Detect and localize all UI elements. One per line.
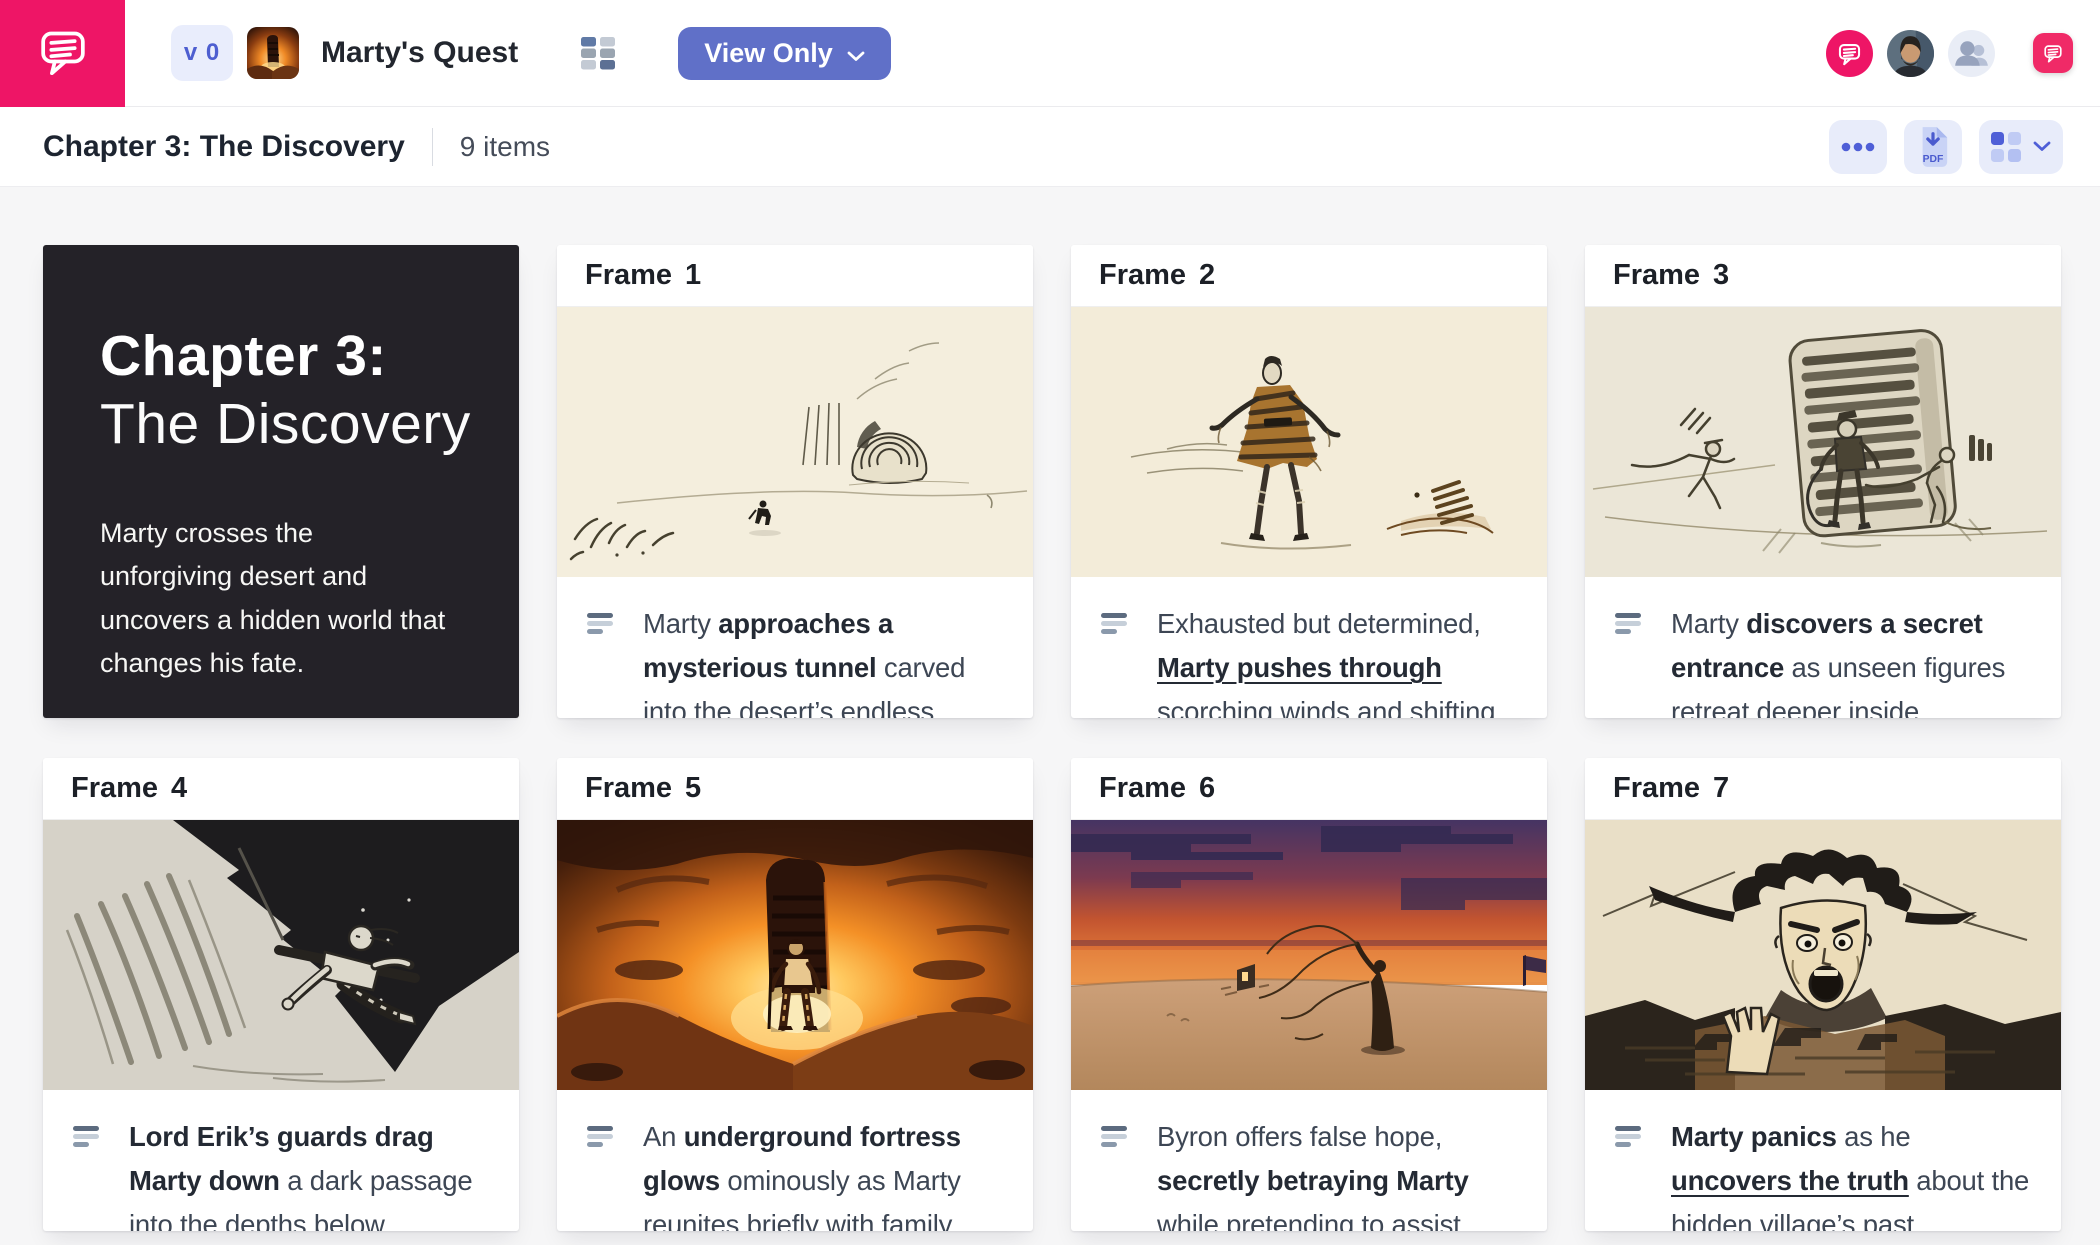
chapter-cover-title-1: Chapter 3: (100, 325, 471, 388)
project-thumbnail[interactable] (247, 27, 299, 79)
frame-label: Frame (1099, 259, 1186, 292)
version-badge[interactable]: v 0 (171, 25, 233, 81)
pdf-download-icon: PDF (1916, 126, 1950, 168)
frame-caption: An underground fortress glows ominously … (643, 1115, 1009, 1231)
notes-icon (73, 1126, 99, 1231)
view-only-label: View Only (704, 38, 833, 69)
frame-caption: Lord Erik’s guards drag Marty down a dar… (129, 1115, 495, 1231)
items-count: 9 items (460, 131, 550, 163)
user-avatar[interactable] (1887, 30, 1934, 77)
chapter-title: Chapter 3: The Discovery (43, 130, 405, 164)
frame-card-header: Frame 1 (557, 245, 1033, 307)
people-avatar[interactable] (1948, 30, 1995, 77)
frame-image-dark-passage[interactable] (43, 820, 519, 1090)
ellipsis-icon (1841, 142, 1875, 152)
chapter-cover-description: Marty crosses the unforgiving desert and… (100, 512, 452, 685)
chapter-cover-card[interactable]: Chapter 3: The Discovery Marty crosses t… (43, 245, 519, 718)
frame-number: 6 (1199, 772, 1215, 805)
frame-number: 1 (685, 259, 701, 292)
frame-number: 2 (1199, 259, 1215, 292)
chapter-toolbar: Chapter 3: The Discovery 9 items PDF (0, 107, 2100, 187)
frame-image-marty-panics[interactable] (1585, 820, 2061, 1090)
frame-caption: Marty panics as he uncovers the truth ab… (1671, 1115, 2037, 1231)
frame-label: Frame (585, 772, 672, 805)
frame-card-header: Frame 7 (1585, 758, 2061, 820)
frame-label: Frame (71, 772, 158, 805)
frame-caption: Byron offers false hope, secretly betray… (1157, 1115, 1523, 1231)
chat-widget-button[interactable] (2033, 33, 2073, 73)
frame-label: Frame (585, 259, 672, 292)
chevron-down-icon (847, 38, 865, 69)
frame-card-4[interactable]: Frame 4 (43, 758, 519, 1231)
frame-card-header: Frame 5 (557, 758, 1033, 820)
frame-card-header: Frame 4 (43, 758, 519, 820)
frame-image-marty-winds[interactable] (1071, 307, 1547, 577)
storyboard-grid: Chapter 3: The Discovery Marty crosses t… (0, 187, 2100, 1231)
more-options-button[interactable] (1829, 120, 1887, 174)
app-logo[interactable] (0, 0, 125, 107)
svg-text:PDF: PDF (1923, 154, 1944, 165)
frame-card-6[interactable]: Frame 6 (1071, 758, 1547, 1231)
divider (432, 128, 433, 166)
board-grid-icon[interactable] (580, 34, 616, 72)
frame-image-sunset-betrayal[interactable] (1071, 820, 1547, 1090)
frame-card-2[interactable]: Frame 2 (1071, 245, 1547, 718)
project-title: Marty's Quest (321, 36, 518, 70)
frame-caption: Marty approaches a mysterious tunnel car… (643, 602, 1009, 718)
notes-icon (1101, 1126, 1127, 1231)
frame-label: Frame (1099, 772, 1186, 805)
frame-number: 7 (1713, 772, 1729, 805)
notes-icon (587, 1126, 613, 1231)
frame-card-header: Frame 6 (1071, 758, 1547, 820)
frame-label: Frame (1613, 259, 1700, 292)
chevron-down-icon (2033, 141, 2051, 152)
speech-bubble-icon (35, 23, 91, 84)
chapter-cover-title-2: The Discovery (100, 392, 471, 458)
notes-icon (1615, 613, 1641, 718)
top-bar: v 0 Marty's Quest (0, 0, 2100, 107)
notes-icon (587, 613, 613, 718)
frame-number: 4 (171, 772, 187, 805)
frame-image-glowing-fortress[interactable] (557, 820, 1033, 1090)
frame-card-3[interactable]: Frame 3 (1585, 245, 2061, 718)
notes-icon (1615, 1126, 1641, 1231)
frame-image-secret-entrance[interactable] (1585, 307, 2061, 577)
frame-card-5[interactable]: Frame 5 (557, 758, 1033, 1231)
brand-avatar[interactable] (1826, 30, 1873, 77)
frame-number: 3 (1713, 259, 1729, 292)
frame-image-desert-tunnel[interactable] (557, 307, 1033, 577)
notes-icon (1101, 613, 1127, 718)
frame-card-1[interactable]: Frame 1 (557, 245, 1033, 718)
frame-caption: Marty discovers a secret entrance as uns… (1671, 602, 2037, 718)
frame-card-header: Frame 3 (1585, 245, 2061, 307)
grid-layout-icon (1991, 132, 2021, 162)
frame-card-7[interactable]: Frame 7 (1585, 758, 2061, 1231)
project-header: v 0 Marty's Quest (171, 25, 891, 81)
frame-number: 5 (685, 772, 701, 805)
frame-caption: Exhausted but determined, Marty pushes t… (1157, 602, 1523, 718)
header-right-group (1826, 30, 2100, 77)
frame-card-header: Frame 2 (1071, 245, 1547, 307)
export-pdf-button[interactable]: PDF (1904, 120, 1962, 174)
frame-label: Frame (1613, 772, 1700, 805)
view-only-button[interactable]: View Only (678, 27, 891, 80)
layout-switcher-button[interactable] (1979, 120, 2063, 174)
